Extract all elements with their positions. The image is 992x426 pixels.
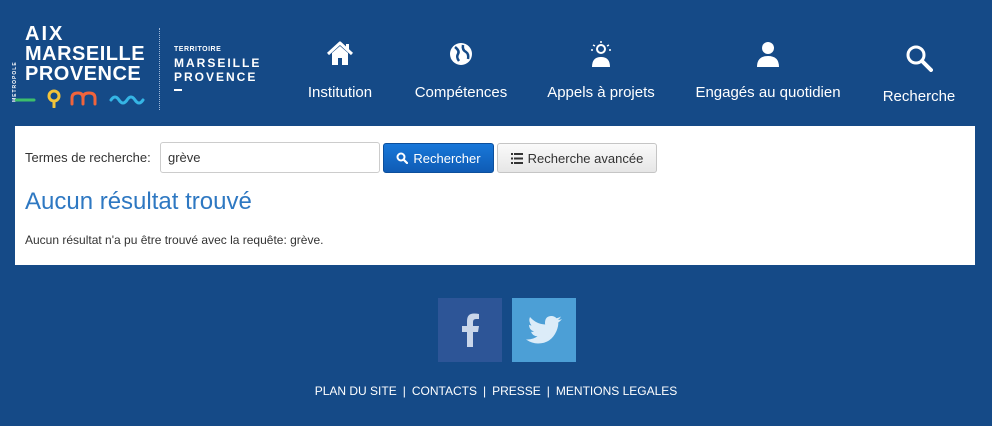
logo-territoire-text: TERRITOIRE [174,46,222,53]
nav-competences-label: Compétences [414,84,508,101]
search-terms-label: Termes de recherche: [25,150,151,165]
nav-engages-au-quotidien[interactable]: Engagés au quotidien [688,40,848,110]
footer-link-contacts[interactable]: CONTACTS [412,384,477,398]
footer-link-presse[interactable]: PRESSE [492,384,541,398]
logo-marseille-text: MARSEILLE [25,43,146,65]
logo-territory-marseille: MARSEILLE [174,56,262,70]
list-icon [510,152,523,164]
footer-separator: | [482,384,487,398]
aix-marseille-provence-logo[interactable]: METROPOLE AIX MARSEILLE PROVENCE TERRITO… [12,23,272,116]
search-input[interactable] [160,142,380,173]
nav-institution[interactable]: Institution [300,40,380,110]
person-icon [688,40,848,70]
logo-color-marks-icon [15,89,145,108]
nav-appels-a-projets[interactable]: Appels à projets [540,40,662,110]
facebook-icon [462,313,479,347]
logo-territory-provence: PROVENCE [174,70,258,84]
nav-appels-a-projets-label: Appels à projets [547,84,655,101]
logo-aix-text: AIX [25,23,65,45]
compass-icon [409,40,513,70]
facebook-link[interactable] [438,298,502,362]
no-results-message: Aucun résultat n'a pu être trouvé avec l… [25,233,324,247]
footer-links: PLAN DU SITE | CONTACTS | PRESSE | MENTIONS LE… [0,384,992,398]
search-icon [396,152,409,164]
nav-recherche-label: Recherche [882,88,956,105]
house-icon [300,40,380,70]
twitter-icon [526,316,562,344]
nav-recherche[interactable]: Recherche [876,44,962,114]
footer-separator: | [546,384,550,398]
lightbulb-person-icon [540,40,662,70]
nav-competences[interactable]: Compétences [409,40,513,110]
advanced-search-button[interactable]: Recherche avancée [497,143,657,173]
twitter-link[interactable] [512,298,576,362]
site-header: METROPOLE AIX MARSEILLE PROVENCE TERRITO… [0,0,992,125]
logo-divider [159,28,160,110]
logo-provence-text: PROVENCE [25,63,142,85]
nav-institution-label: Institution [307,84,373,101]
search-icon [876,44,962,74]
footer-link-mentions-legales[interactable]: MENTIONS LEGALES [556,384,677,398]
search-button-label: Rechercher [413,150,481,166]
footer-separator: | [402,384,406,398]
footer-link-plan-du-site[interactable]: PLAN DU SITE [315,384,397,398]
search-button[interactable]: Rechercher [383,143,494,173]
no-results-title: Aucun résultat trouvé [25,188,252,215]
nav-engages-au-quotidien-label: Engagés au quotidien [695,84,841,101]
search-results-panel: Termes de recherche: Rechercher Recherch… [15,126,975,265]
advanced-search-label: Recherche avancée [527,150,644,166]
logo-dash [174,89,182,91]
